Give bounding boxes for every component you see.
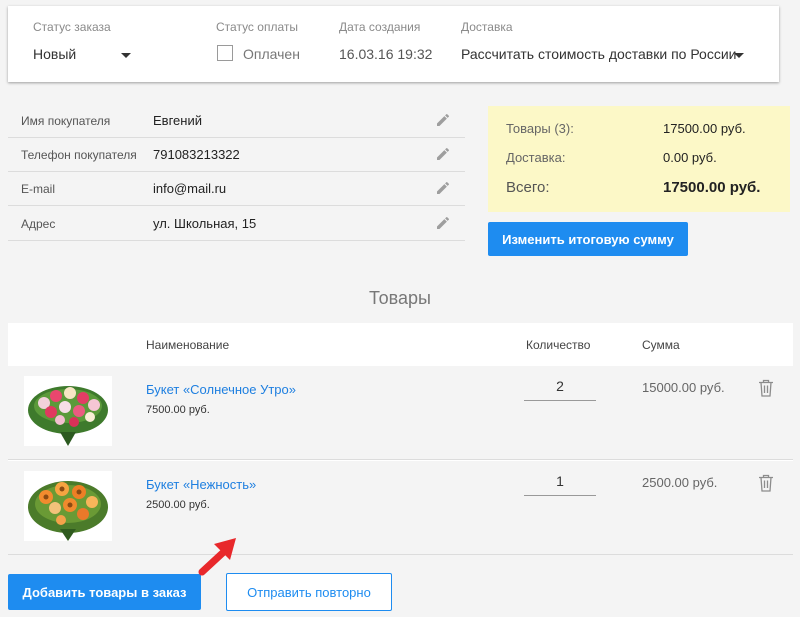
pencil-icon[interactable] bbox=[435, 180, 451, 196]
change-total-button[interactable]: Изменить итоговую сумму bbox=[488, 222, 688, 256]
customer-phone-value: 791083213322 bbox=[153, 147, 240, 162]
trash-icon[interactable] bbox=[758, 474, 774, 492]
product-name-link[interactable]: Букет «Нежность» bbox=[146, 477, 256, 492]
pencil-icon[interactable] bbox=[435, 146, 451, 162]
table-header: Наименование Количество Сумма bbox=[8, 323, 793, 366]
delivery-label: Доставка bbox=[461, 20, 513, 34]
summary-delivery-label: Доставка: bbox=[506, 150, 566, 165]
product-unit-price: 7500.00 руб. bbox=[146, 404, 210, 416]
annotation-arrow-icon bbox=[198, 538, 236, 576]
customer-email-row: E-mail info@mail.ru bbox=[8, 172, 465, 206]
quantity-input[interactable]: 2 bbox=[524, 375, 596, 401]
products-title: Товары bbox=[369, 288, 431, 308]
summary-items-value: 17500.00 руб. bbox=[663, 121, 746, 136]
summary-items-label: Товары (3): bbox=[506, 121, 574, 136]
order-status-label: Статус заказа bbox=[33, 20, 111, 34]
order-summary: Товары (3): 17500.00 руб. Доставка: 0.00… bbox=[488, 106, 790, 212]
customer-phone-row: Телефон покупателя 791083213322 bbox=[8, 138, 465, 172]
order-status-value: Новый bbox=[33, 46, 77, 62]
paid-checkbox[interactable] bbox=[217, 45, 233, 61]
product-image bbox=[24, 376, 112, 446]
customer-address-value: ул. Школьная, 15 bbox=[153, 216, 257, 231]
chevron-down-icon bbox=[121, 53, 131, 58]
created-date-value: 16.03.16 19:32 bbox=[339, 46, 433, 62]
col-sum-header: Сумма bbox=[642, 338, 680, 352]
product-name-link[interactable]: Букет «Солнечное Утро» bbox=[146, 382, 296, 397]
resend-button[interactable]: Отправить повторно bbox=[226, 573, 392, 611]
order-status-card: Статус заказа Новый Статус оплаты Оплаче… bbox=[8, 6, 779, 82]
customer-phone-label: Телефон покупателя bbox=[21, 148, 137, 162]
product-unit-price: 2500.00 руб. bbox=[146, 499, 210, 511]
delivery-select[interactable]: Рассчитать стоимость доставки по России bbox=[461, 44, 751, 64]
col-qty-header: Количество bbox=[526, 338, 591, 352]
table-row: Букет «Нежность» 2500.00 руб. 1 2500.00 … bbox=[8, 461, 793, 555]
pencil-icon[interactable] bbox=[435, 112, 451, 128]
customer-email-label: E-mail bbox=[21, 182, 56, 196]
customer-name-value: Евгений bbox=[153, 113, 202, 128]
order-status-select[interactable]: Новый bbox=[33, 44, 133, 64]
chevron-down-icon bbox=[734, 53, 744, 58]
row-sum: 2500.00 руб. bbox=[642, 475, 718, 490]
summary-delivery-value: 0.00 руб. bbox=[663, 150, 717, 165]
customer-name-row: Имя покупателя Евгений bbox=[8, 104, 465, 138]
delivery-value: Рассчитать стоимость доставки по России bbox=[461, 46, 737, 62]
summary-total-value: 17500.00 руб. bbox=[663, 179, 761, 196]
col-name-header: Наименование bbox=[146, 338, 230, 352]
customer-address-label: Адрес bbox=[21, 217, 56, 231]
quantity-input[interactable]: 1 bbox=[524, 470, 596, 496]
customer-address-row: Адрес ул. Школьная, 15 bbox=[8, 207, 465, 241]
created-date-label: Дата создания bbox=[339, 20, 421, 34]
payment-status-label: Статус оплаты bbox=[216, 20, 298, 34]
paid-checkbox-label[interactable]: Оплачен bbox=[243, 46, 300, 62]
add-products-button[interactable]: Добавить товары в заказ bbox=[8, 574, 201, 610]
trash-icon[interactable] bbox=[758, 379, 774, 397]
customer-name-label: Имя покупателя bbox=[21, 114, 111, 128]
row-sum: 15000.00 руб. bbox=[642, 380, 725, 395]
product-image bbox=[24, 471, 112, 541]
customer-email-value: info@mail.ru bbox=[153, 181, 227, 196]
products-table: Наименование Количество Сумма Букет «Сол… bbox=[8, 323, 793, 555]
table-row: Букет «Солнечное Утро» 7500.00 руб. 2 15… bbox=[8, 366, 793, 460]
pencil-icon[interactable] bbox=[435, 215, 451, 231]
summary-total-label: Всего: bbox=[506, 179, 550, 196]
